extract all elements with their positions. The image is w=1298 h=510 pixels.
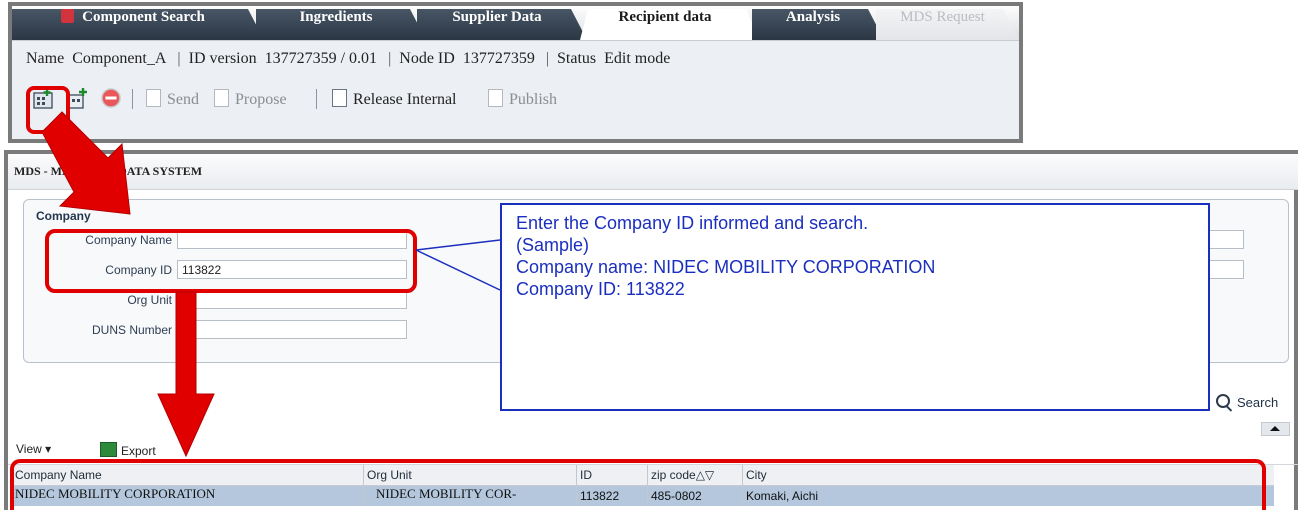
callout-line-4: Company ID: 113822 <box>516 279 685 299</box>
callout-line-2: (Sample) <box>516 235 590 255</box>
callout-pointer-line <box>415 249 501 291</box>
callout-text: Enter the Company ID informed and search… <box>516 212 935 300</box>
down-arrow-icon <box>157 291 215 458</box>
callout-line-1: Enter the Company ID informed and search… <box>516 213 869 233</box>
diagonal-arrow-icon <box>41 111 131 215</box>
callout-pointer-line <box>415 239 501 251</box>
instruction-callout: Enter the Company ID informed and search… <box>500 203 1210 411</box>
callout-line-3: Company name: NIDEC MOBILITY CORPORATION <box>516 257 936 277</box>
